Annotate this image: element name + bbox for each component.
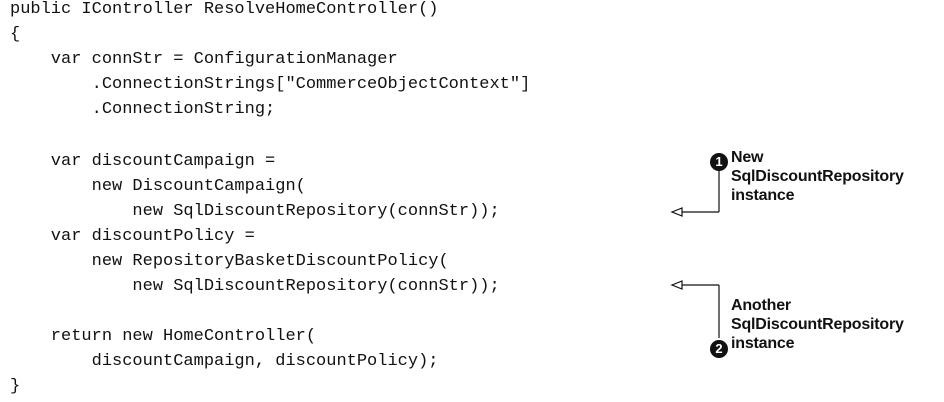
code-line: } [10, 377, 21, 396]
code-line: var connStr = ConfigurationManager [10, 50, 398, 69]
code-line: new SqlDiscountRepository(connStr)); [10, 277, 500, 296]
annotation-1-line: instance [731, 187, 795, 204]
annotation-2: Another SqlDiscountRepository instance [731, 296, 904, 353]
callout-arrow-1 [670, 165, 720, 217]
callout-marker-1: 1 [710, 153, 728, 171]
code-line: .ConnectionStrings["CommerceObjectContex… [10, 75, 531, 94]
annotation-2-line: instance [731, 335, 795, 352]
code-line: public IController ResolveHomeController… [10, 0, 439, 19]
code-line: discountCampaign, discountPolicy); [10, 352, 439, 371]
code-line: new SqlDiscountRepository(connStr)); [10, 202, 500, 221]
callout-marker-2: 2 [710, 340, 728, 358]
annotation-2-line: Another [731, 297, 791, 314]
code-line: var discountPolicy = [10, 227, 255, 246]
annotation-1: New SqlDiscountRepository instance [731, 148, 904, 205]
callout-arrow-2 [670, 280, 720, 338]
annotation-1-line: SqlDiscountRepository [731, 168, 904, 185]
annotation-1-line: New [731, 149, 764, 166]
code-line: .ConnectionString; [10, 100, 276, 119]
code-listing: public IController ResolveHomeController… [10, 0, 530, 396]
code-line: new DiscountCampaign( [10, 177, 306, 196]
annotation-2-line: SqlDiscountRepository [731, 316, 904, 333]
code-line: return new HomeController( [10, 327, 317, 346]
code-line: new RepositoryBasketDiscountPolicy( [10, 252, 449, 271]
code-line: { [10, 25, 21, 44]
code-line: var discountCampaign = [10, 152, 276, 171]
